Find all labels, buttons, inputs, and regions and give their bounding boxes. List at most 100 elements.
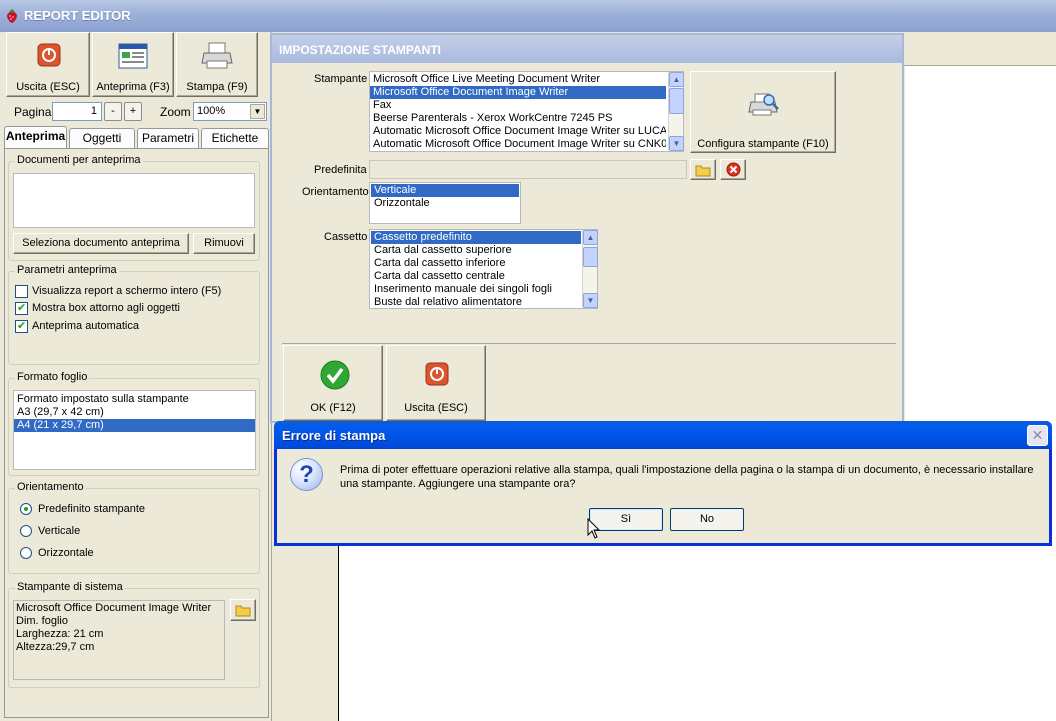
page-prev-button[interactable]: - [104,102,122,121]
preview-button-label: Anteprima (F3) [96,81,170,93]
scroll-up-icon[interactable]: ▲ [583,230,598,245]
error-message: Prima di poter effettuare operazioni rel… [340,464,1034,490]
tray-list-scrollbar[interactable]: ▲ ▼ [582,230,598,308]
tab-anteprima-label: Anteprima [5,129,66,143]
orientation-title: Orientamento [15,481,86,493]
fullscreen-label: Visualizza report a schermo intero (F5) [32,285,222,297]
scroll-down-icon[interactable]: ▼ [669,136,684,151]
printer-orientation-list[interactable]: Verticale Orizzontale [369,182,521,224]
tray-list-item[interactable]: Carta dal cassetto superiore [371,244,581,257]
tab-oggetti-label: Oggetti [82,131,122,145]
tab-parametri[interactable]: Parametri [137,128,199,149]
error-dialog-title: Errore di stampa [282,428,386,443]
no-button[interactable]: No [670,508,744,531]
orientation-vertical-radio[interactable] [20,525,32,537]
chevron-down-icon[interactable]: ▼ [250,104,265,119]
question-glyph: ? [299,461,314,488]
tab-parametri-label: Parametri [141,131,194,145]
printer-list-item[interactable]: Automatic Microsoft Office Document Imag… [370,138,666,151]
printer-list-item[interactable]: Beerse Parenterals - Xerox WorkCentre 72… [370,112,666,125]
sheet-format-item[interactable]: A4 (21 x 29,7 cm) [14,419,255,432]
tray-list-item[interactable]: Cassetto predefinito [371,231,581,244]
default-printer-field [369,160,687,179]
scroll-up-icon[interactable]: ▲ [669,72,684,87]
zoom-select[interactable]: 100% ▼ [193,102,267,121]
docs-preview-list[interactable] [13,173,255,228]
preview-params-title: Parametri anteprima [15,264,119,276]
exit-icon [425,362,449,386]
tray-list-item[interactable]: Buste dal relativo alimentatore [371,296,581,309]
folder-icon [235,605,251,617]
tray-list-item[interactable]: Inserimento manuale dei singoli fogli [371,283,581,296]
page-number-input[interactable]: 1 [52,102,102,121]
auto-preview-label: Anteprima automatica [32,320,139,332]
printer-dialog-title: IMPOSTAZIONE STAMPANTI [279,43,441,57]
tray-list-item[interactable]: Carta dal cassetto centrale [371,270,581,283]
scroll-down-icon[interactable]: ▼ [583,293,598,308]
strawberry-icon [7,9,17,23]
close-icon[interactable]: ✕ [1027,425,1048,446]
printer-settings-dialog: IMPOSTAZIONE STAMPANTI Stampante Microso… [270,33,904,423]
delete-icon [726,162,741,177]
show-boxes-label: Mostra box attorno agli oggetti [32,302,180,314]
print-error-dialog: Errore di stampa ✕ ? Prima di poter effe… [274,421,1052,546]
auto-preview-checkbox[interactable] [15,319,28,333]
page-next-label: + [129,105,137,117]
close-glyph: ✕ [1031,427,1044,443]
print-button-label: Stampa (F9) [186,81,248,93]
print-button[interactable]: Stampa (F9) [176,32,258,97]
tray-list-item[interactable]: Carta dal cassetto inferiore [371,257,581,270]
system-printer-line: Dim. foglio [16,615,68,627]
page-prev-label: - [111,105,115,117]
fullscreen-checkbox[interactable] [15,285,28,298]
printer-list-scrollbar[interactable]: ▲ ▼ [668,72,684,151]
scroll-thumb[interactable] [669,88,684,114]
sheet-format-list[interactable]: Formato impostato sulla stampante A3 (29… [13,390,256,470]
show-boxes-checkbox[interactable] [15,301,28,315]
printer-setup-icon [748,93,779,116]
docs-preview-title: Documenti per anteprima [15,154,143,166]
orientation-default-radio[interactable] [20,503,32,515]
default-printer-browse-button[interactable] [690,159,716,180]
checkmark-icon [320,360,350,390]
system-printer-line: Altezza:29,7 cm [16,641,95,653]
printer-exit-button-label: Uscita (ESC) [404,402,468,414]
mouse-cursor-icon [587,518,601,539]
sheet-format-item[interactable]: A3 (29,7 x 42 cm) [14,406,255,419]
printer-list-item[interactable]: Microsoft Office Live Meeting Document W… [370,73,666,86]
printer-list[interactable]: Microsoft Office Live Meeting Document W… [369,71,684,152]
orientation-horizontal-radio[interactable] [20,547,32,559]
default-printer-clear-button[interactable] [720,159,746,180]
printer-list-item[interactable]: Microsoft Office Document Image Writer [370,86,666,99]
printer-orientation-item[interactable]: Verticale [371,184,519,197]
printer-orientation-label: Orientamento [302,186,369,198]
system-printer-line: Microsoft Office Document Image Writer [16,602,212,614]
printer-orientation-item[interactable]: Orizzontale [371,197,519,210]
scroll-thumb[interactable] [583,247,598,267]
remove-doc-label: Rimuovi [204,237,244,249]
configure-printer-label: Configura stampante (F10) [697,138,829,150]
printer-exit-button[interactable]: Uscita (ESC) [386,345,486,421]
printer-list-item[interactable]: Fax [370,99,666,112]
configure-printer-button[interactable]: Configura stampante (F10) [690,71,836,153]
page-number-value: 1 [90,105,97,117]
page-next-button[interactable]: + [124,102,142,121]
tray-list[interactable]: Cassetto predefinito Carta dal cassetto … [369,229,598,309]
printer-list-item[interactable]: Automatic Microsoft Office Document Imag… [370,125,666,138]
sheet-format-item[interactable]: Formato impostato sulla stampante [14,393,255,406]
system-printer-browse-button[interactable] [230,599,256,621]
ok-button[interactable]: OK (F12) [283,345,383,421]
tab-etichette[interactable]: Etichette [201,128,269,149]
exit-button[interactable]: Uscita (ESC) [6,32,90,97]
orientation-horizontal-label: Orizzontale [38,547,94,559]
printer-dialog-titlebar: IMPOSTAZIONE STAMPANTI [272,35,902,63]
select-preview-doc-button[interactable]: Seleziona documento anteprima [13,233,189,254]
preview-button[interactable]: Anteprima (F3) [92,32,174,97]
select-preview-doc-label: Seleziona documento anteprima [22,237,180,249]
folder-icon [695,165,711,177]
tab-oggetti[interactable]: Oggetti [69,128,135,149]
tab-anteprima[interactable]: Anteprima [4,126,67,149]
preview-page-lower [338,546,1056,721]
tray-label: Cassetto [324,231,368,243]
remove-doc-button[interactable]: Rimuovi [193,233,255,254]
